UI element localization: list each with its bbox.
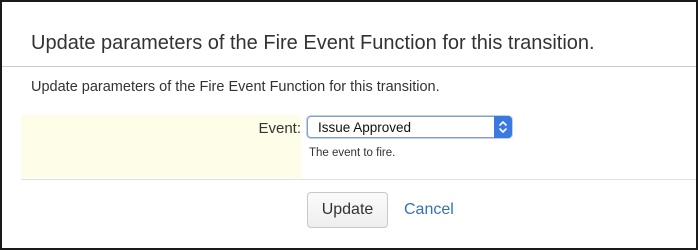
cancel-link[interactable]: Cancel [404,200,454,220]
event-select[interactable]: Issue Approved [307,116,512,138]
dialog-title: Update parameters of the Fire Event Func… [31,32,595,54]
event-label: Event: [258,120,301,137]
event-field-row: Event: Issue Approved The event to fire. [21,115,695,178]
buttons-divider [21,179,696,180]
event-label-cell: Event: [21,115,301,178]
event-select-value: Issue Approved [318,120,412,135]
event-help-text: The event to fire. [309,147,396,159]
dialog-header: Update parameters of the Fire Event Func… [2,2,696,67]
dialog: Update parameters of the Fire Event Func… [0,0,698,250]
dialog-description: Update parameters of the Fire Event Func… [31,79,440,95]
chevron-up-down-icon [494,116,512,138]
update-button[interactable]: Update [307,192,388,228]
